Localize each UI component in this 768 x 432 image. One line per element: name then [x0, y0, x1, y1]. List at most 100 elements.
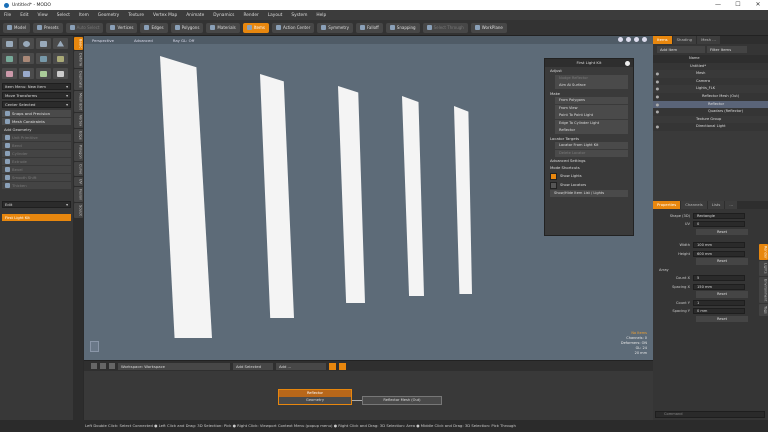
visibility-eye-icon[interactable]: ●: [653, 108, 662, 116]
schematic-option-icon-2[interactable]: [339, 362, 346, 370]
reflector-plane-1[interactable]: [160, 56, 212, 338]
menu-vertex-map[interactable]: Vertex Map: [153, 13, 177, 18]
menu-item[interactable]: Item: [79, 13, 89, 18]
geometry-tool-extrude[interactable]: Extrude: [2, 158, 71, 165]
schematic-option-icon[interactable]: [329, 362, 336, 370]
geometry-tool-thicken[interactable]: Thicken: [2, 182, 71, 189]
uv-field[interactable]: 0: [693, 221, 745, 228]
menu-system[interactable]: System: [291, 13, 307, 18]
edge-slide-icon[interactable]: [53, 68, 68, 79]
left-tab-deform[interactable]: Deform: [73, 51, 83, 69]
left-tab-basic[interactable]: Basic: [73, 37, 83, 51]
rotate-view-icon[interactable]: [634, 37, 639, 42]
tree-item[interactable]: ● Lights_FLK: [653, 85, 768, 93]
reflector-plane-5[interactable]: [454, 106, 472, 294]
tree-item[interactable]: ● Camera: [653, 78, 768, 86]
minimize-button[interactable]: —: [708, 0, 728, 10]
viewport-mode[interactable]: Perspective: [92, 38, 114, 43]
item-menu-select[interactable]: Item Menu: New Item ▾: [2, 83, 71, 90]
spacing-x-field[interactable]: 150 mm: [693, 283, 745, 290]
right-vtab-lights[interactable]: Lights: [758, 261, 768, 277]
loop-slice-icon[interactable]: [36, 68, 51, 79]
menu-help[interactable]: Help: [316, 13, 326, 18]
shape-field[interactable]: Rectangle: [693, 212, 745, 219]
left-tab-curve[interactable]: Curve: [73, 161, 83, 177]
close-button[interactable]: ✕: [748, 0, 768, 10]
left-tab-vertex[interactable]: Vertex: [73, 113, 83, 129]
reset-button[interactable]: Reset: [696, 228, 748, 236]
toolbar-polygons-button[interactable]: Polygons: [170, 22, 204, 33]
visibility-eye-icon[interactable]: ●: [653, 101, 662, 109]
menu-edit[interactable]: Edit: [20, 13, 28, 18]
right-vtab-tags[interactable]: Tags: [758, 304, 768, 317]
left-tab-duplicate[interactable]: Duplicate: [73, 69, 83, 90]
extrude-tool-icon[interactable]: [19, 68, 34, 79]
toolbar-auto-select-button[interactable]: Auto Select: [65, 22, 104, 33]
light-kit-from-polygons-button[interactable]: From Polygons: [555, 97, 628, 104]
add-item-button[interactable]: Add Item: [657, 46, 705, 53]
toolbar-presets-button[interactable]: Presets: [33, 22, 63, 33]
mesh-constraints-button[interactable]: Mesh Constraints: [2, 118, 71, 125]
pan-icon[interactable]: [626, 37, 631, 42]
geometry-tool-bend[interactable]: Bend: [2, 142, 71, 149]
light-kit-edge-to-cylinder-light-button[interactable]: Edge To Cylinder Light: [555, 119, 628, 127]
bevel-tool-icon[interactable]: [2, 68, 17, 79]
tree-item[interactable]: Texture Group: [653, 115, 768, 124]
center-selected-select[interactable]: Center Selected ▾: [2, 101, 71, 108]
toolbar-symmetry-button[interactable]: Symmetry: [317, 22, 353, 33]
tree-item[interactable]: ● Quadars (Reflector): [653, 108, 768, 116]
reflector-plane-2[interactable]: [260, 74, 294, 318]
properties-tab-channels[interactable]: Channels: [681, 200, 707, 209]
geometry-tool-cylinder[interactable]: Cylinder: [2, 150, 71, 157]
reset-button[interactable]: Reset: [696, 315, 748, 323]
scale-tool-icon[interactable]: [36, 53, 51, 64]
toolbar-falloff-button[interactable]: Falloff: [355, 22, 383, 33]
light-kit-reflector-button[interactable]: Reflector: [555, 127, 628, 134]
geometry-tool-bevel[interactable]: Bevel: [2, 166, 71, 173]
add-geometry-header[interactable]: Add Geometry: [2, 126, 71, 133]
reflector-plane-3[interactable]: [338, 86, 365, 303]
left-tab-fusion[interactable]: Fusion: [73, 187, 83, 203]
visibility-eye-icon[interactable]: ●: [653, 70, 662, 78]
add-node-button[interactable]: Add ...: [276, 362, 326, 370]
advanced-settings-section[interactable]: Advanced Settings: [545, 157, 633, 164]
tree-item[interactable]: ● Reflector: [653, 100, 768, 109]
command-input-field[interactable]: Command: [655, 411, 765, 418]
menu-animate[interactable]: Animate: [186, 13, 204, 18]
first-light-kit-button[interactable]: First Light Kit: [2, 214, 71, 221]
visibility-eye-icon[interactable]: ●: [653, 78, 662, 86]
right-tab-items[interactable]: Items: [653, 36, 672, 44]
move-tool-icon[interactable]: [2, 53, 17, 64]
light-kit-from-view-button[interactable]: From View: [555, 104, 628, 112]
make-section[interactable]: Make: [545, 90, 633, 97]
toolbar-model-button[interactable]: Model: [3, 22, 31, 33]
adjust-section[interactable]: Adjust: [545, 67, 633, 74]
left-tab-uv[interactable]: UV: [73, 177, 83, 187]
menu-dynamics[interactable]: Dynamics: [213, 13, 234, 18]
light-kit-show-lights-toggle[interactable]: Show Lights: [550, 172, 628, 180]
move-transforms-select[interactable]: Move Transforms ▾: [2, 92, 71, 99]
left-tab-sculpt[interactable]: Sculpt: [73, 203, 83, 219]
tree-item[interactable]: ● Directional Light: [653, 123, 768, 131]
cube-primitive-icon[interactable]: [2, 38, 17, 49]
cylinder-primitive-icon[interactable]: [36, 38, 51, 49]
count-x-field[interactable]: 5: [693, 275, 745, 282]
light-kit-show-locators-toggle[interactable]: Show Locators: [550, 181, 628, 189]
schematic-home-icon[interactable]: [91, 363, 97, 369]
left-tab-edge[interactable]: Edge: [73, 129, 83, 143]
geometry-tool-unit-primitive[interactable]: Unit Primitive: [2, 134, 71, 141]
toggle-item-list-button[interactable]: Show/Hide Item List / Lights: [550, 190, 628, 197]
visibility-eye-icon[interactable]: [653, 63, 662, 71]
visibility-eye-icon[interactable]: ●: [653, 123, 662, 131]
right-vtab-render[interactable]: Render: [758, 244, 768, 261]
visibility-eye-icon[interactable]: ●: [653, 93, 662, 101]
right-tab-mesh-[interactable]: Mesh ...: [697, 36, 720, 44]
properties-tab-lists[interactable]: Lists: [707, 200, 725, 209]
visibility-eye-icon[interactable]: ●: [653, 85, 662, 93]
tree-item[interactable]: ● Mesh: [653, 70, 768, 78]
tree-item[interactable]: Untitled*: [653, 63, 768, 71]
toolbar-workplane-button[interactable]: WorkPlane: [470, 22, 507, 33]
toolbar-action-center-button[interactable]: Action Center: [271, 22, 315, 33]
visibility-eye-icon[interactable]: [653, 116, 662, 124]
menu-view[interactable]: View: [38, 13, 48, 18]
